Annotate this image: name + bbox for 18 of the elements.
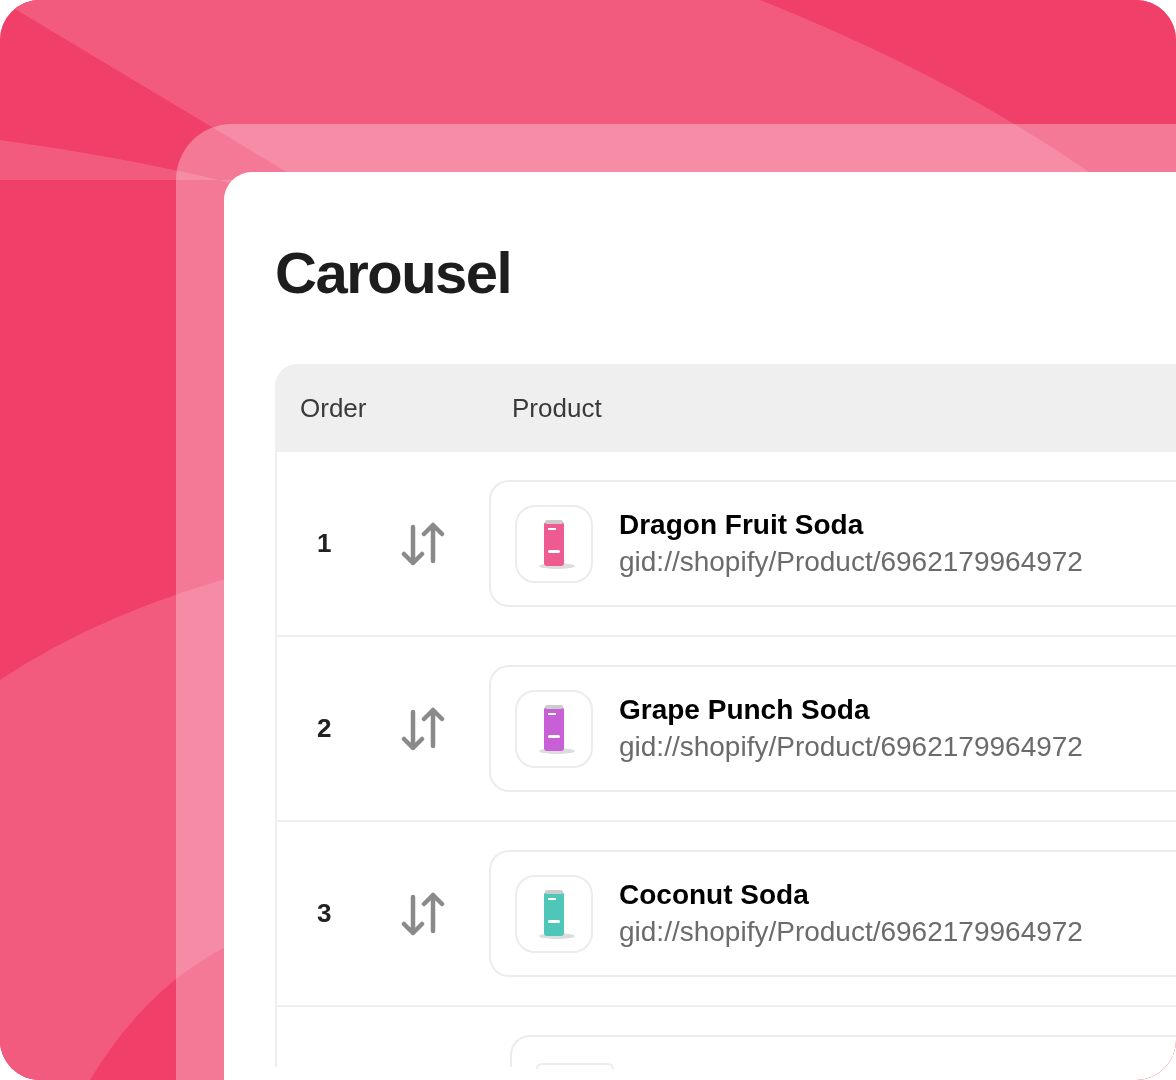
product-card[interactable]: Grape Punch Soda gid://shopify/Product/6962179964972 xyxy=(489,665,1176,792)
sort-arrows-icon[interactable] xyxy=(401,705,445,752)
product-name: Dragon Fruit Soda xyxy=(619,508,865,543)
column-header: Order xyxy=(300,391,368,425)
product-card[interactable]: Coconut Soda gid://shopify/Product/6962179964972 xyxy=(489,850,1176,977)
page-title: Carousel xyxy=(275,244,513,302)
order-number: 1 xyxy=(317,527,333,560)
product-id: gid://shopify/Product/6962179964972 xyxy=(619,914,1083,949)
column-header: Product xyxy=(512,391,602,425)
product-id: gid://shopify/Product/6962179964972 xyxy=(619,729,1083,764)
order-number: 2 xyxy=(317,712,333,745)
sort-arrows-icon[interactable] xyxy=(401,520,445,567)
product-name: Grape Punch Soda xyxy=(619,693,871,728)
order-number: 3 xyxy=(317,897,333,930)
product-id: gid://shopify/Product/6962179964972 xyxy=(619,544,1083,579)
product-name: Coconut Soda xyxy=(619,878,810,913)
product-card[interactable]: Dragon Fruit Soda gid://shopify/Product/6962179964972 xyxy=(489,480,1176,607)
sort-arrows-icon[interactable] xyxy=(401,890,445,937)
